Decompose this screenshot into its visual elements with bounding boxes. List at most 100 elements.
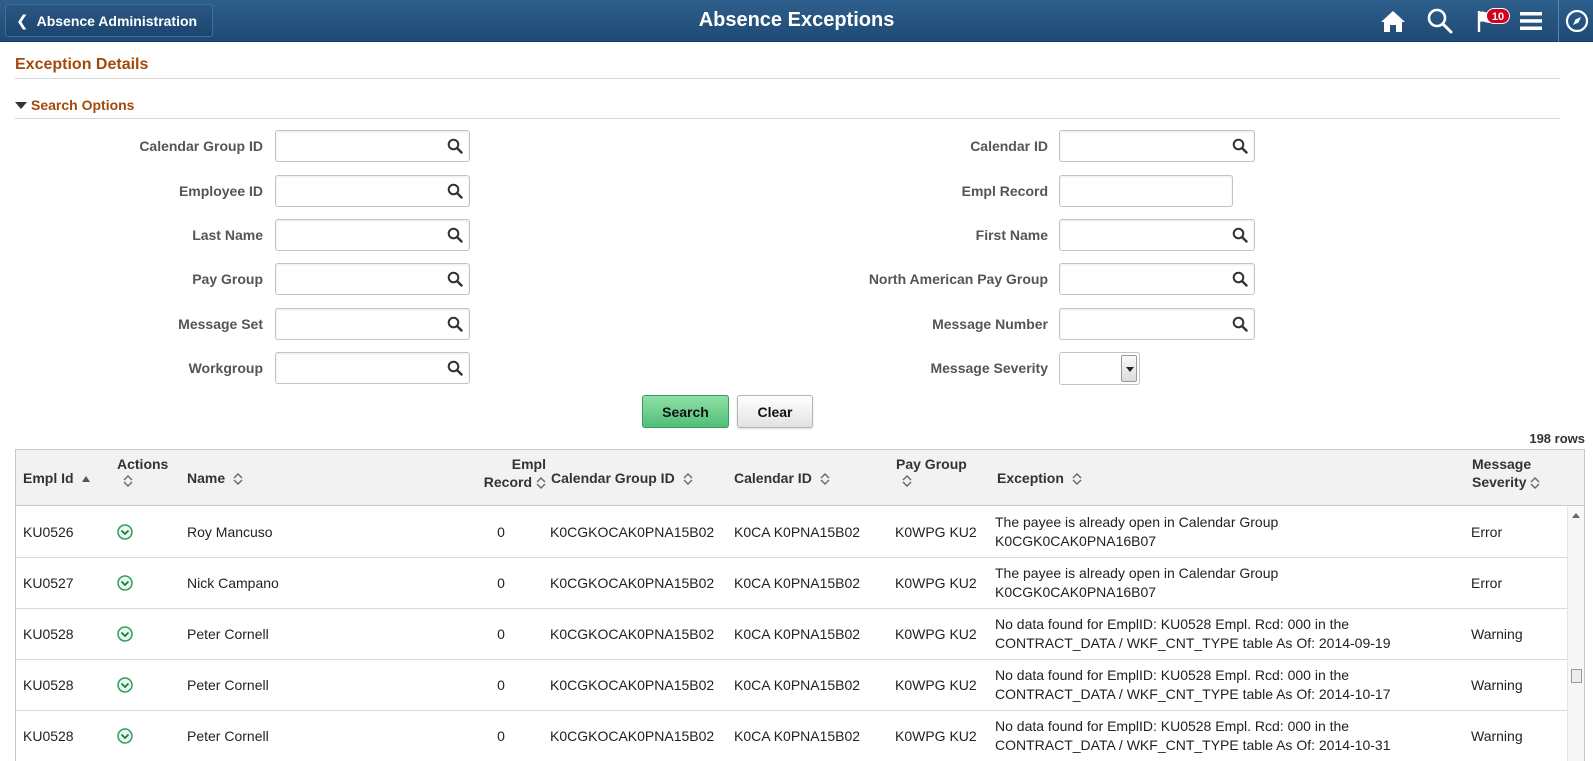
exception-line1: No data found for EmplID: KU0528 Empl. R…	[995, 718, 1350, 734]
employee-id-label: Employee ID	[178, 183, 263, 199]
column-header-pay-group[interactable]: Pay Group	[896, 455, 967, 491]
column-label: Name	[187, 470, 226, 486]
column-label: Calendar Group ID	[551, 470, 675, 486]
column-label: Pay Group	[896, 456, 967, 472]
table-row: KU0528 Peter Cornell 0 K0CGKOCAK0PNA15B0…	[16, 609, 1568, 660]
cell-empl-id: KU0527	[23, 575, 74, 591]
calendar-group-id-input[interactable]	[275, 130, 470, 162]
pay-group-input[interactable]	[275, 263, 470, 295]
search-button[interactable]: Search	[642, 395, 729, 428]
column-header-message-severity[interactable]: Message Severity	[1472, 455, 1540, 491]
workgroup-input[interactable]	[275, 352, 470, 384]
cell-calendar-id: K0CA K0PNA15B02	[734, 524, 861, 540]
column-label-line2: Severity	[1472, 474, 1527, 490]
scrollbar-thumb[interactable]	[1571, 669, 1582, 683]
exception-line1: The payee is already open in Calendar Gr…	[995, 514, 1279, 530]
column-header-exception[interactable]: Exception	[997, 469, 1082, 487]
search-options-label: Search Options	[31, 97, 135, 113]
actions-chevron-icon[interactable]	[117, 626, 133, 642]
dropdown-arrow-icon[interactable]	[1121, 355, 1137, 382]
actions-chevron-icon[interactable]	[117, 728, 133, 744]
workgroup-label: Workgroup	[188, 360, 263, 376]
cell-empl-id: KU0528	[23, 728, 74, 744]
app-header: ❮ Absence Administration Absence Excepti…	[0, 0, 1593, 42]
search-icon[interactable]	[1232, 138, 1248, 154]
cell-empl-record: 0	[497, 575, 505, 591]
pay-group-label: Pay Group	[192, 271, 263, 287]
column-header-calendar-id[interactable]: Calendar ID	[734, 469, 830, 487]
cell-name: Peter Cornell	[187, 728, 269, 744]
cell-empl-record: 0	[497, 728, 505, 744]
column-header-name[interactable]: Name	[187, 469, 243, 487]
column-header-empl-id[interactable]: Empl Id	[23, 469, 91, 487]
actions-chevron-icon[interactable]	[117, 677, 133, 693]
column-header-calendar-group-id[interactable]: Calendar Group ID	[551, 469, 693, 487]
search-icon[interactable]	[447, 271, 463, 287]
section-title: Exception Details	[15, 56, 149, 73]
actions-chevron-icon[interactable]	[117, 575, 133, 591]
sort-icon	[1530, 477, 1540, 490]
cell-calendar-id: K0CA K0PNA15B02	[734, 728, 861, 744]
table-row: KU0526 Roy Mancuso 0 K0CGKOCAK0PNA15B02 …	[16, 507, 1568, 558]
cell-message-severity: Warning	[1471, 728, 1523, 744]
compass-icon[interactable]	[1562, 6, 1592, 36]
cell-empl-id: KU0528	[23, 626, 74, 642]
header-divider	[1558, 0, 1559, 42]
last-name-input[interactable]	[275, 219, 470, 251]
search-icon[interactable]	[1425, 6, 1455, 36]
calendar-group-id-label: Calendar Group ID	[139, 138, 263, 154]
sort-ascending-icon	[82, 476, 91, 483]
cell-calendar-id: K0CA K0PNA15B02	[734, 626, 861, 642]
row-count: 198 rows	[1529, 431, 1585, 446]
employee-id-input[interactable]	[275, 175, 470, 207]
back-button[interactable]: ❮ Absence Administration	[5, 4, 213, 37]
sort-icon	[123, 475, 133, 487]
search-icon[interactable]	[447, 183, 463, 199]
cell-exception: No data found for EmplID: KU0528 Empl. R…	[995, 717, 1391, 755]
exception-line1: No data found for EmplID: KU0528 Empl. R…	[995, 667, 1350, 683]
sort-icon	[820, 473, 830, 486]
empl-record-label: Empl Record	[961, 183, 1048, 199]
home-icon[interactable]	[1378, 6, 1408, 36]
message-set-input[interactable]	[275, 308, 470, 340]
search-icon[interactable]	[447, 138, 463, 154]
first-name-label: First Name	[975, 227, 1048, 243]
cell-empl-record: 0	[497, 524, 505, 540]
cell-calendar-id: K0CA K0PNA15B02	[734, 677, 861, 693]
sort-icon	[902, 475, 912, 487]
cell-calendar-group-id: K0CGKOCAK0PNA15B02	[550, 677, 715, 693]
cell-pay-group: K0WPG KU2	[895, 524, 977, 540]
search-icon[interactable]	[1232, 271, 1248, 287]
calendar-id-input[interactable]	[1059, 130, 1255, 162]
column-header-empl-record[interactable]: Empl Record	[446, 455, 546, 491]
scroll-up-arrow-icon[interactable]	[1572, 513, 1580, 518]
cell-pay-group: K0WPG KU2	[895, 575, 977, 591]
message-severity-select[interactable]	[1059, 352, 1140, 385]
menu-icon[interactable]	[1516, 6, 1546, 36]
search-icon[interactable]	[447, 316, 463, 332]
grid-header: Empl Id Actions Name Empl Record Calenda…	[16, 450, 1584, 506]
exception-line2: CONTRACT_DATA / WKF_CNT_TYPE table As Of…	[995, 737, 1391, 753]
north-american-pay-group-input[interactable]	[1059, 263, 1255, 295]
cell-empl-id: KU0526	[23, 524, 74, 540]
exception-line2: CONTRACT_DATA / WKF_CNT_TYPE table As Of…	[995, 635, 1391, 651]
north-american-pay-group-label: North American Pay Group	[868, 271, 1048, 287]
cell-exception: No data found for EmplID: KU0528 Empl. R…	[995, 615, 1391, 653]
sort-icon	[233, 473, 243, 486]
exception-line1: No data found for EmplID: KU0528 Empl. R…	[995, 616, 1350, 632]
empl-record-input[interactable]	[1059, 175, 1233, 207]
search-options-toggle[interactable]: Search Options	[15, 97, 134, 113]
cell-exception: The payee is already open in Calendar Gr…	[995, 513, 1278, 551]
actions-chevron-icon[interactable]	[117, 524, 133, 540]
cell-name: Nick Campano	[187, 575, 279, 591]
search-icon[interactable]	[1232, 316, 1248, 332]
message-number-input[interactable]	[1059, 308, 1255, 340]
search-icon[interactable]	[1232, 227, 1248, 243]
section-divider	[15, 78, 1560, 79]
clear-button[interactable]: Clear	[737, 395, 813, 428]
first-name-input[interactable]	[1059, 219, 1255, 251]
search-icon[interactable]	[447, 227, 463, 243]
cell-calendar-group-id: K0CGKOCAK0PNA15B02	[550, 524, 715, 540]
search-icon[interactable]	[447, 360, 463, 376]
grid-scrollbar[interactable]	[1567, 507, 1584, 761]
